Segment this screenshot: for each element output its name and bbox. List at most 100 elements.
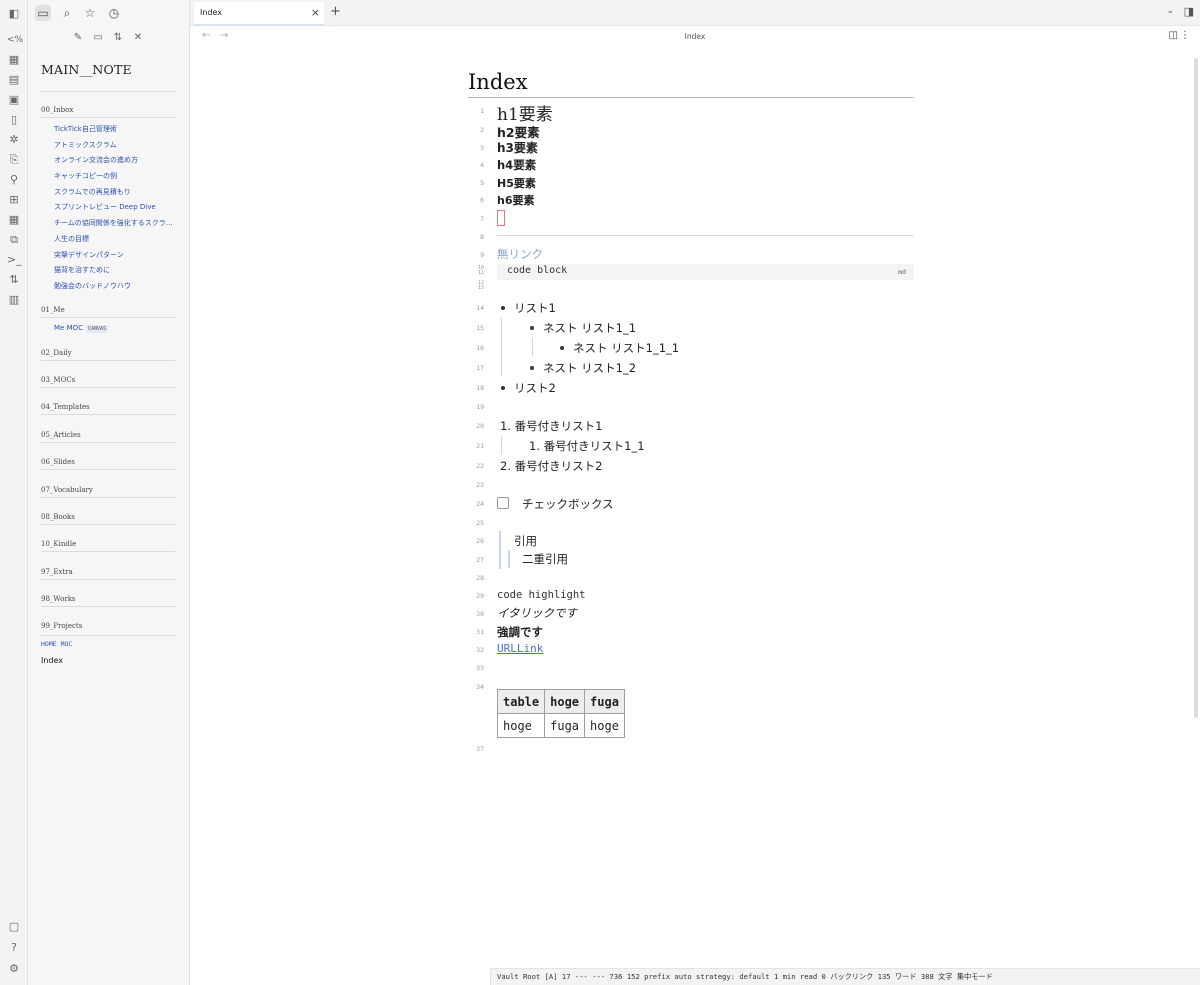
new-tab-button[interactable]: + (330, 4, 341, 19)
files-icon[interactable]: ⎘ (7, 153, 21, 167)
divider (41, 469, 175, 470)
line-number: 19 (476, 403, 484, 411)
status-text[interactable]: Vault Root [A] 17 --- --- 736 152 prefix… (497, 972, 993, 982)
task-checkbox[interactable] (497, 497, 509, 509)
calendar-icon[interactable]: ▦ (7, 53, 21, 67)
table-header-cell[interactable]: fuga (584, 689, 625, 714)
new-note-icon[interactable]: ✎ (71, 31, 85, 45)
list-item[interactable]: リスト1 (514, 300, 556, 316)
search-icon[interactable]: ⌕ (59, 5, 75, 21)
heading-6[interactable]: h6要素 (497, 192, 535, 208)
folder-item[interactable]: 98_Works (41, 595, 76, 603)
file-item[interactable]: チームの協同関係を強化するスクラ… (54, 218, 173, 228)
more-options-icon[interactable]: ⋮ (1180, 30, 1190, 41)
clock-icon[interactable]: ◷ (106, 5, 122, 21)
file-item[interactable]: 猫背を治すために (54, 265, 110, 275)
close-icon[interactable]: × (311, 6, 320, 19)
line-number: 15 (476, 324, 484, 332)
blockquote[interactable]: 引用 (514, 533, 537, 549)
settings-icon[interactable]: ✲ (7, 133, 21, 147)
chevron-down-icon[interactable]: ⌄ (1166, 6, 1174, 16)
ordered-list-item[interactable]: 2. 番号付きリスト2 (500, 458, 602, 474)
folder-item[interactable]: 02_Daily (41, 349, 72, 357)
scrollbar-thumb[interactable] (1194, 58, 1198, 718)
editor[interactable]: Index 1 h1要素 2 h2要素 3 h3要素 4 h4要素 5 H5要素… (468, 0, 914, 985)
grid-icon[interactable]: ⊞ (7, 193, 21, 207)
table-cell[interactable]: fuga (544, 713, 586, 738)
file-item[interactable]: キャッチコピーの例 (54, 171, 117, 181)
folder-item[interactable]: 03_MOCs (41, 376, 75, 384)
folder-item[interactable]: 05_Articles (41, 431, 81, 439)
table-header-cell[interactable]: hoge (544, 689, 586, 714)
list-item[interactable]: リスト2 (514, 380, 556, 396)
code-icon[interactable]: <% (7, 33, 23, 47)
folder-item[interactable]: 07_Vocabulary (41, 486, 93, 494)
file-item[interactable]: スクラムでの再見積もり (54, 187, 131, 197)
gear-icon[interactable]: ⚙ (7, 962, 21, 976)
heading-4[interactable]: h4要素 (497, 157, 536, 173)
folder-item[interactable]: 97_Extra (41, 568, 73, 576)
page-title[interactable]: Index (468, 70, 528, 94)
ordered-list-item[interactable]: 1. 番号付きリスト1_1 (529, 438, 645, 454)
help-icon[interactable]: ? (7, 941, 21, 955)
markdown-table[interactable]: table hoge fuga hoge fuga hoge (496, 689, 625, 738)
table-cell[interactable]: hoge (496, 713, 546, 738)
terminal-icon[interactable]: >_ (7, 253, 22, 267)
line-number: 5 (480, 179, 484, 187)
folder-item[interactable]: 08_Books (41, 513, 75, 521)
folder-00-inbox[interactable]: 00_Inbox (41, 106, 73, 114)
line-number: 21 (476, 442, 484, 450)
folder-item[interactable]: 99_Projects (41, 622, 82, 630)
file-item[interactable]: 人生の目標 (54, 234, 89, 244)
sidebar-toggle-icon[interactable]: ◧ (7, 7, 21, 21)
reading-view-icon[interactable]: ◫ (1169, 30, 1178, 41)
scrollbar[interactable] (1194, 48, 1199, 968)
table-cell[interactable]: hoge (584, 713, 625, 738)
right-sidebar-toggle-icon[interactable]: ◨ (1184, 5, 1194, 18)
sort-order-icon[interactable]: ⇅ (111, 31, 125, 45)
copy-icon[interactable]: ⧉ (7, 233, 21, 247)
board-icon[interactable]: ▣ (7, 93, 21, 107)
table-header-cell[interactable]: table (496, 689, 546, 714)
layout-icon[interactable]: ▥ (7, 293, 21, 307)
star-icon[interactable]: ☆ (82, 5, 98, 21)
tablet-icon[interactable]: ▯ (7, 113, 21, 127)
folder-icon[interactable]: ▭ (35, 5, 51, 21)
graph-icon[interactable]: ⚲ (7, 173, 21, 187)
task-label[interactable]: チェックボックス (522, 496, 614, 512)
file-item[interactable]: 突撃デザインパターン (54, 250, 124, 260)
file-item[interactable]: 勉強会のバッドノウハウ (54, 281, 131, 291)
file-item-home-moc[interactable]: HOME MOC (41, 640, 72, 648)
collapse-all-icon[interactable]: ✕ (131, 31, 145, 45)
file-item-me-moc[interactable]: Me MOC CANVAS (54, 324, 109, 333)
file-item[interactable]: TickTick自己管理術 (54, 124, 117, 134)
vault-icon[interactable]: ▢ (7, 920, 21, 934)
bold-text[interactable]: 強調です (497, 624, 543, 640)
list-item[interactable]: ネスト リスト1_2 (543, 360, 636, 376)
unresolved-link[interactable]: 無リンク (497, 246, 543, 262)
nested-blockquote[interactable]: 二重引用 (522, 551, 568, 567)
folder-item[interactable]: 04_Templates (41, 403, 90, 411)
tab-index[interactable]: Index × (194, 2, 324, 26)
folder-item[interactable]: 06_Slides (41, 458, 75, 466)
italic-text[interactable]: イタリックです (497, 605, 577, 621)
folder-01-me[interactable]: 01_Me (41, 306, 65, 314)
line-number: 18 (476, 384, 484, 392)
code-block[interactable]: code block md (497, 264, 914, 280)
heading-5[interactable]: H5要素 (497, 175, 536, 191)
file-item[interactable]: アトミックスクラム (54, 140, 117, 150)
file-item[interactable]: スプリントレビュー Deep Dive (54, 202, 156, 212)
sort-icon[interactable]: ⇅ (7, 273, 21, 287)
list-item[interactable]: ネスト リスト1_1_1 (573, 340, 679, 356)
inline-code[interactable]: code highlight (497, 589, 586, 601)
file-item[interactable]: オンライン交流会の進め方 (54, 155, 138, 165)
file-item-index[interactable]: Index (41, 656, 63, 665)
list-item[interactable]: ネスト リスト1_1 (543, 320, 636, 336)
daily-note-icon[interactable]: ▦ (7, 213, 21, 227)
url-link[interactable]: URLLink (497, 642, 543, 655)
folder-item[interactable]: 10_Kindle (41, 540, 76, 548)
new-folder-icon[interactable]: ▭ (91, 31, 105, 45)
table-icon[interactable]: ▤ (7, 73, 21, 87)
heading-3[interactable]: h3要素 (497, 139, 538, 156)
ordered-list-item[interactable]: 1. 番号付きリスト1 (500, 418, 602, 434)
